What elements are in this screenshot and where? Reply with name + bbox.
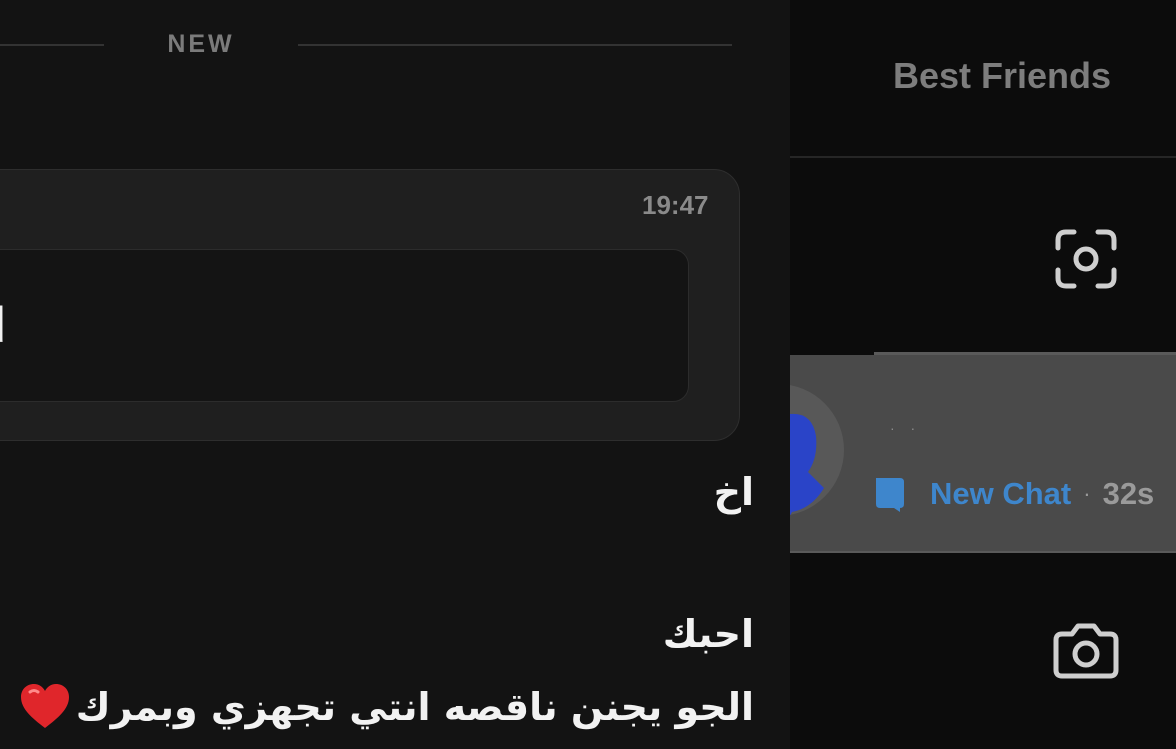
chat-row[interactable]	[790, 355, 1176, 553]
heart-emoji-icon	[20, 684, 69, 728]
chat-status: New Chat · 32s	[872, 474, 1154, 514]
chat-bubble-icon	[876, 478, 904, 512]
camera-button[interactable]	[1050, 620, 1122, 682]
message-text-3-content: الجو يجنن ناقصه انتي تجهزي وبمرك	[75, 685, 754, 729]
row-bottom-border	[790, 551, 1176, 553]
message-inner-box[interactable]	[0, 249, 689, 402]
new-divider-line-right	[298, 44, 732, 46]
new-chat-label: New Chat	[930, 476, 1072, 511]
scan-button[interactable]	[1052, 226, 1120, 292]
message-time: 19:47	[642, 190, 709, 220]
status-time: 32s	[1102, 476, 1155, 511]
camera-icon	[1053, 623, 1119, 679]
message-text-3: الجو يجنن ناقصه انتي تجهزي وبمرك	[18, 682, 754, 732]
new-divider-label: NEW	[167, 30, 235, 58]
tabs-divider	[790, 156, 1176, 158]
message-text-2: احبك	[662, 612, 754, 656]
tab-best-friends[interactable]: Best Friends	[893, 55, 1111, 97]
new-divider-line-left	[0, 44, 104, 46]
chat-panel: NEW 19:47 d اخ احبك الجو يجنن ناقصه انتي…	[0, 0, 790, 749]
status-separator: ·	[1083, 481, 1091, 506]
message-text-1: اخ	[713, 470, 754, 514]
chat-name: · ·	[890, 420, 922, 436]
message-inner-text: d	[0, 296, 6, 354]
scan-icon	[1055, 229, 1117, 289]
